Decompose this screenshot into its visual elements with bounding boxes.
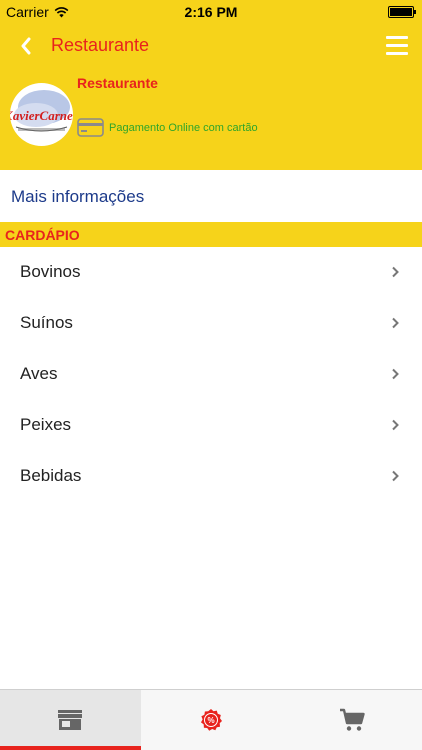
chevron-right-icon: [392, 470, 399, 482]
menu-category-label: Aves: [20, 364, 58, 383]
hamburger-menu-icon-bar: [386, 52, 408, 55]
payment-label: Pagamento Online com cartão: [109, 121, 258, 134]
credit-card-icon: [77, 118, 104, 137]
menu-category-item[interactable]: Bovinos: [0, 247, 422, 298]
restaurant-header: XavierCarnes Restaurante Pagamento Onlin…: [0, 69, 422, 170]
discount-badge-icon: %: [201, 709, 222, 731]
chevron-right-icon: [392, 368, 399, 380]
hamburger-menu-icon-bar: [386, 36, 408, 39]
menu-section-title: CARDÁPIO: [5, 227, 80, 243]
menu-category-list: Bovinos Suínos Aves Peixes Bebidas: [0, 247, 422, 502]
tab-discounts[interactable]: %: [141, 690, 282, 750]
navigation-bar: Restaurante: [0, 24, 422, 69]
chevron-right-icon: [392, 419, 399, 431]
menu-category-item[interactable]: Peixes: [0, 400, 422, 451]
clock: 2:16 PM: [184, 4, 238, 20]
page-title: Restaurante: [51, 35, 150, 55]
svg-text:%: %: [207, 716, 214, 725]
restaurant-name: Restaurante: [77, 75, 158, 91]
battery-icon: [388, 6, 416, 18]
payment-info: Pagamento Online com cartão: [77, 118, 258, 137]
store-icon: [58, 710, 83, 730]
menu-category-item[interactable]: Bebidas: [0, 451, 422, 502]
chevron-left-icon: [21, 37, 31, 55]
battery-fill: [390, 8, 412, 16]
menu-section-header: CARDÁPIO: [0, 222, 422, 247]
restaurant-logo: XavierCarnes: [10, 83, 73, 146]
hamburger-menu-icon-bar: [386, 44, 408, 47]
menu-category-label: Bebidas: [20, 466, 82, 485]
menu-category-label: Suínos: [20, 313, 73, 332]
status-bar: Carrier 2:16 PM: [0, 0, 422, 24]
tab-cart[interactable]: [281, 690, 422, 750]
chevron-right-icon: [392, 317, 399, 329]
more-info-label: Mais informações: [11, 187, 145, 206]
menu-category-item[interactable]: Aves: [0, 349, 422, 400]
hamburger-menu-button[interactable]: [386, 36, 408, 56]
logo-text: XavierCarnes: [10, 108, 73, 123]
chevron-right-icon: [392, 266, 399, 278]
tab-bar: %: [0, 689, 422, 750]
menu-category-label: Bovinos: [20, 262, 81, 281]
tab-store[interactable]: [0, 690, 141, 750]
logo-image: XavierCarnes: [10, 83, 73, 146]
shopping-cart-icon: [339, 708, 365, 731]
menu-category-label: Peixes: [20, 415, 72, 434]
menu-category-item[interactable]: Suínos: [0, 298, 422, 349]
more-info-row[interactable]: Mais informações: [0, 170, 422, 222]
back-button[interactable]: [14, 34, 38, 58]
